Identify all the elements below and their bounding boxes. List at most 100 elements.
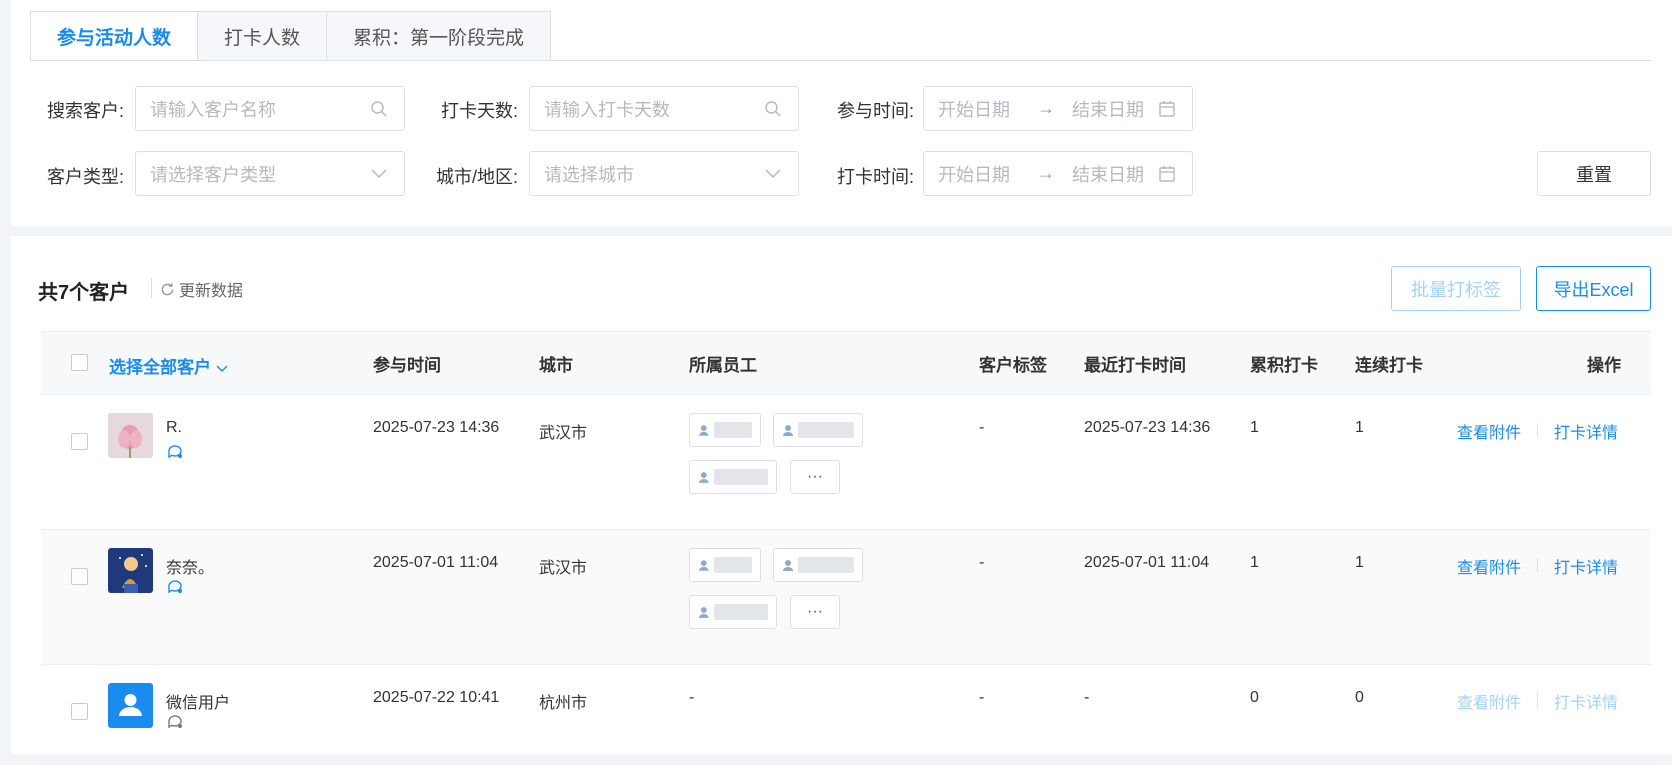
chat-icon [168,580,182,594]
end-date-placeholder: 结束日期 [1072,164,1144,185]
calendar-icon[interactable] [1156,163,1178,185]
staff-name-redacted [713,604,768,620]
user-icon [698,425,709,436]
total-checkin: 1 [1250,554,1259,571]
tab-participants[interactable]: 参与活动人数 [30,11,199,61]
user-icon [783,560,793,571]
staff-tag [773,548,863,582]
staff-name-redacted [798,422,854,438]
total-checkin: 0 [1250,689,1259,706]
col-city: 城市 [539,356,573,375]
staff-tag [689,413,761,447]
last-checkin: 2025-07-01 11:04 [1084,554,1210,571]
start-date-placeholder: 开始日期 [938,164,1010,185]
checkin-detail-link[interactable]: 打卡详情 [1554,689,1618,713]
row-checkbox[interactable] [71,703,88,720]
chevron-down-icon [762,163,784,185]
select-all-dropdown[interactable]: 选择全部客户 [109,353,228,378]
customer-tags: - [979,689,985,706]
customer-type-select[interactable]: 请选择客户类型 [135,151,405,196]
action-divider [1537,558,1538,572]
refresh-label: 更新数据 [179,283,244,300]
chat-icon [168,715,182,729]
city-placeholder: 请选择城市 [544,164,634,185]
customer-tags: - [979,419,985,436]
streak: 1 [1355,419,1364,436]
join-time-range[interactable]: 开始日期 → 结束日期 [923,86,1193,131]
customer-count: 共7个客户 [38,282,130,304]
type-placeholder: 请选择客户类型 [150,164,276,185]
days-placeholder: 请输入打卡天数 [544,99,670,120]
range-arrow: → [1037,163,1055,183]
col-tags: 客户标签 [979,356,1047,375]
join-time: 2025-07-01 11:04 [373,554,499,571]
table-header: 选择全部客户 参与时间 城市 所属员工 客户标签 最近打卡时间 累积打卡 连续打… [41,331,1651,395]
checkin-time-label: 打卡时间: [836,167,914,187]
refresh-icon [161,282,174,295]
search-input[interactable]: 请输入客户名称 [135,86,405,131]
tab-checkins[interactable]: 打卡人数 [197,11,328,61]
select-all-checkbox[interactable] [71,354,88,371]
view-attachment-link[interactable]: 查看附件 [1457,419,1521,443]
reset-button[interactable]: 重置 [1537,151,1651,196]
action-divider [1537,423,1538,437]
batch-tag-button[interactable]: 批量打标签 [1391,266,1521,311]
chevron-down-icon [216,365,228,372]
calendar-icon[interactable] [1156,98,1178,120]
avatar [108,548,153,593]
staff: - [689,689,695,706]
join-time: 2025-07-22 10:41 [373,689,500,706]
staff-name-redacted [713,422,752,438]
search-label: 搜索客户: [46,101,124,121]
checkin-detail-link[interactable]: 打卡详情 [1554,419,1618,443]
checkin-time-range[interactable]: 开始日期 → 结束日期 [923,151,1193,196]
days-input[interactable]: 请输入打卡天数 [529,86,799,131]
refresh-button[interactable]: 更新数据 [160,277,243,301]
export-excel-button[interactable]: 导出Excel [1536,266,1651,311]
row-checkbox[interactable] [71,568,88,585]
col-join-time: 参与时间 [373,356,441,375]
col-actions: 操作 [1587,356,1621,375]
staff-tag [773,413,863,447]
user-icon [698,472,709,483]
view-attachment-link[interactable]: 查看附件 [1457,689,1521,713]
avatar [108,413,153,458]
checkin-detail-link[interactable]: 打卡详情 [1554,554,1618,578]
tab-bar: 参与活动人数 打卡人数 累积：第一阶段完成 [30,11,552,61]
chevron-down-icon [368,163,390,185]
customer-table: 选择全部客户 参与时间 城市 所属员工 客户标签 最近打卡时间 累积打卡 连续打… [41,331,1651,765]
staff-name-redacted [713,469,768,485]
user-icon [783,425,793,436]
col-total-checkin: 累积打卡 [1250,356,1318,375]
search-icon[interactable] [762,98,784,120]
action-divider [1537,693,1538,707]
col-last-checkin: 最近打卡时间 [1084,356,1186,375]
more-staff-button[interactable]: ··· [790,595,840,629]
customer-tags: - [979,554,985,571]
staff-tag [689,595,777,629]
city: 杭州市 [539,695,588,712]
avatar [108,683,153,728]
range-arrow: → [1037,98,1055,118]
join-time-label: 参与时间: [836,101,914,121]
city-select[interactable]: 请选择城市 [529,151,799,196]
staff-tag [689,548,761,582]
streak: 1 [1355,554,1364,571]
streak: 0 [1355,689,1364,706]
view-attachment-link[interactable]: 查看附件 [1457,554,1521,578]
table-row: 微信用户 2025-07-22 10:41 杭州市 - - - 0 0 查看附件… [41,665,1651,765]
tab-stage-one[interactable]: 累积：第一阶段完成 [326,11,552,61]
staff-name-redacted [798,557,854,573]
days-label: 打卡天数: [440,101,518,121]
city: 武汉市 [539,560,588,577]
col-streak: 连续打卡 [1355,356,1423,375]
user-icon [698,607,709,618]
row-checkbox[interactable] [71,433,88,450]
select-all-label: 选择全部客户 [109,358,211,377]
staff-name-redacted [713,557,752,573]
table-row: R. 2025-07-23 14:36 武汉市 ··· - 2025-07-23… [41,395,1651,530]
last-checkin: 2025-07-23 14:36 [1084,419,1211,436]
more-staff-button[interactable]: ··· [790,460,840,494]
city-label: 城市/地区: [435,167,518,187]
search-icon[interactable] [368,98,390,120]
